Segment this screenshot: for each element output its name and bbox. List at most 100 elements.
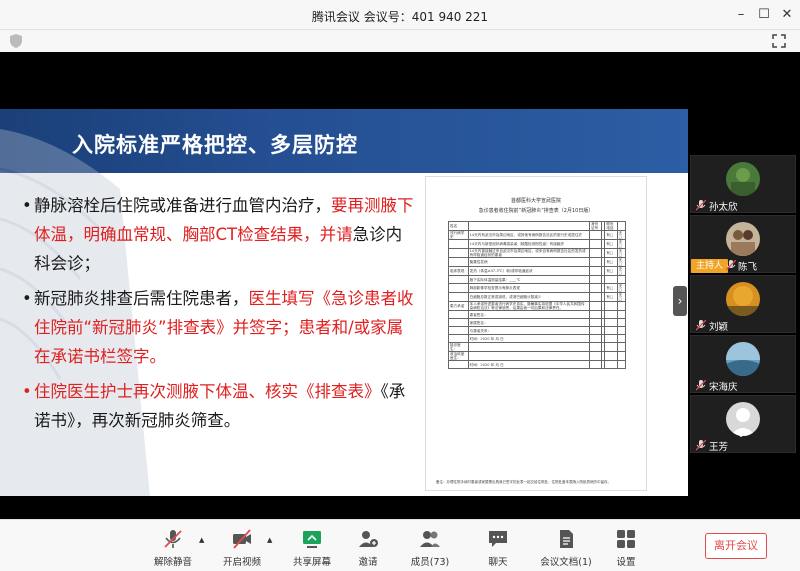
maximize-button[interactable]: ☐ [755,6,773,24]
form-cell [448,275,469,284]
form-cell: 联系电话 [604,221,618,231]
unmute-button[interactable]: 解除静音 [143,528,203,568]
mic-muted-icon [696,380,706,391]
form-cell: 无□ [616,239,627,249]
form-cell [589,266,603,276]
chevron-down-icon[interactable]: ⌄ [731,426,751,440]
form-cell: 14天内与新型冠状病毒感染者（核酸检测阳性者）有接触史 [467,239,591,249]
form-cell [604,318,618,327]
form-cell: 时间：2020 年 月 日 [467,360,591,369]
form-cell [604,275,618,284]
participant-card[interactable]: 宋海庆 [690,335,796,393]
form-cell: 家属签名： [467,318,591,327]
form-title: 急诊患者收住院前“新冠肺炎”排查表（2月10日版） [478,208,594,214]
form-row: 与患者关系： [448,326,627,335]
settings-button[interactable]: 设置 [596,528,656,568]
form-row: 患者签名： [448,310,627,319]
screening-form-image: 首都医科大学宣武医院 急诊患者收住院前“新冠肺炎”排查表（2月10日版） 姓名 身… [425,176,647,491]
form-cell: 本人承诺所述患者流行病学史真实，隐瞒事实将依据《中华人民共和国传染病防治法》等法… [467,301,591,311]
form-row: 收治科室医生： [448,351,627,361]
form-cell: 收治科室医生： [448,351,469,361]
form-cell: 无□ [616,230,627,240]
bullet-text: 静脉溶栓后住院或准备进行血管内治疗， [34,196,331,215]
form-footer: 备注：办理住院手续时患者或家属需出具我已签字的此表一起交给住院处，住院处盖本表随… [436,480,611,484]
form-cell [589,310,603,319]
form-cell [448,326,469,335]
members-button[interactable]: 成员(73) [400,528,460,568]
window-title: 腾讯会议 会议号：401 940 221 [311,10,489,24]
chevron-right-icon[interactable]: › [673,286,687,316]
share-screen-button[interactable]: 共享屏幕 [282,528,342,568]
start-video-button[interactable]: 开启视频 [212,528,272,568]
form-cell: 无□ [616,257,627,267]
form-row: 接诊医生： [448,342,627,352]
document-icon [560,530,573,548]
settings-grid-icon [617,530,635,548]
unmute-label: 解除静音 [153,557,192,568]
form-cell [589,283,603,293]
title-bar: 腾讯会议 会议号：401 940 221 – ☐ ✕ [0,0,800,30]
participant-card[interactable]: 刘颖 [690,275,796,333]
avatar [726,222,760,256]
form-row: 家属签名： [448,318,627,327]
form-row: 肺部影像学检查提示有肺炎表现 有□ 无□ [448,283,627,293]
form-cell [616,326,627,335]
form-cell: 有□ [604,283,618,293]
chat-label: 聊天 [488,557,508,568]
bullet-text: 新冠肺炎排查后需住院患者， [34,289,249,308]
meeting-toolbar: 解除静音 ▲ 开启视频 ▲ 共享屏幕 邀请 成员(73) 聊天 会议文档(1) … [0,519,800,571]
form-cell: 临床表现 [448,266,469,276]
caret-up-icon[interactable]: ▲ [199,536,204,544]
form-cell: 14天内有武汉市及周边地区，或其他有病例报告社区的旅行史或居住史 [467,230,591,240]
settings-label: 设置 [616,557,636,568]
form-cell: 腋下实际体温测量结果：____℃ [467,275,591,284]
invite-button[interactable]: 邀请 [338,528,398,568]
participant-card[interactable]: 主持人 陈飞 [690,215,796,273]
chat-button[interactable]: 聊天 [468,528,528,568]
form-cell: 时间：2020 年 月 日 [467,334,591,343]
form-cell [467,221,591,231]
slide-title: 入院标准严格把控、多层防控 [72,133,358,157]
form-cell [616,301,627,311]
form-cell [616,342,627,352]
secondary-bar [0,30,800,52]
form-cell [604,310,618,319]
form-cell: 无□ [616,292,627,302]
form-cell [589,257,603,267]
form-cell [448,283,469,293]
close-button[interactable]: ✕ [778,6,796,24]
form-row: 时间：2020 年 月 日 [448,360,627,369]
minimize-button[interactable]: – [732,6,750,24]
leave-meeting-button[interactable]: 离开会议 [705,533,767,559]
form-cell: 有□ [604,266,618,276]
form-row: 临床表现 发热（体温≥37.3℃）和/或呼吸道症状 有□ 无□ [448,266,627,276]
camera-off-icon [233,529,251,549]
form-cell: 姓名 [448,221,469,231]
fullscreen-icon[interactable] [772,34,786,48]
form-cell: 有□ [604,257,618,267]
form-cell [589,318,603,327]
form-row: 腋下实际体温测量结果：____℃ [448,275,627,284]
host-badge: 主持人 [691,259,729,273]
form-cell [448,239,469,249]
form-cell [604,301,618,311]
form-cell [589,351,603,361]
bullet-item: • 新冠肺炎排查后需住院患者，医生填写《急诊患者收住院前“新冠肺炎”排查表》并签… [22,284,417,371]
participant-card[interactable]: 孙太欣 [690,155,796,213]
mic-muted-icon [696,440,706,451]
form-cell: 白细胞总数正常或减低，或淋巴细胞计数减少 [467,292,591,302]
shield-icon[interactable] [9,33,23,49]
participant-card[interactable]: 王芳 [690,395,796,453]
form-cell: 无□ [616,266,627,276]
form-cell [448,292,469,302]
form-row: 14天内曾接触过来自武汉市及周边地区，或来自有病例报告社区的发热或有呼吸道症状的… [448,248,627,258]
form-cell [589,248,603,258]
mic-muted-icon [726,260,736,271]
meeting-docs-button[interactable]: 会议文档(1) [536,528,596,568]
mic-muted-icon [696,200,706,211]
form-cell [448,334,469,343]
caret-up-icon[interactable]: ▲ [267,536,272,544]
form-row: 患方承诺 本人承诺所述患者流行病学史真实，隐瞒事实将依据《中华人民共和国传染病防治… [448,301,627,311]
add-user-icon [359,531,378,547]
form-row: 姓名 身份证号 联系电话 [448,221,627,231]
